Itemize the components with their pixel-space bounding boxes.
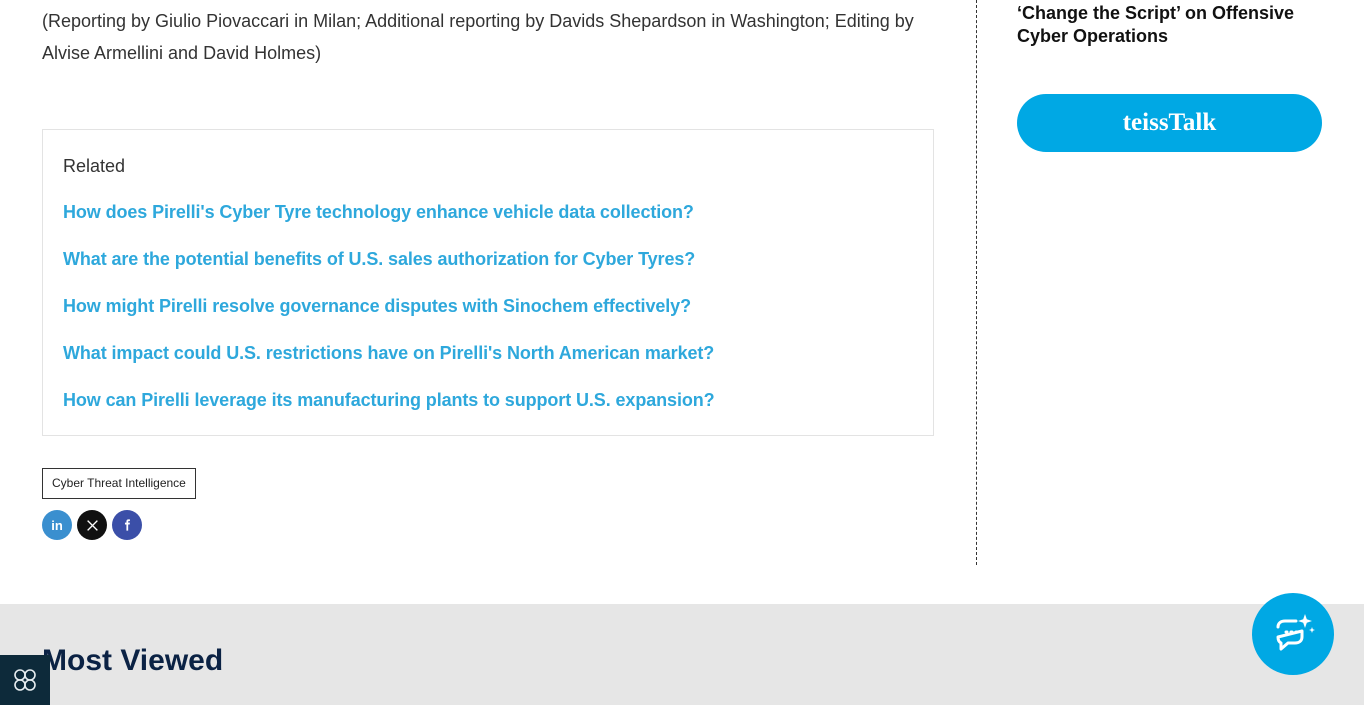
teisstalk-label: teissTalk — [1122, 109, 1217, 136]
article-credit: (Reporting by Giulio Piovaccari in Milan… — [42, 11, 914, 63]
list-item: How can Pirelli leverage its manufacturi… — [63, 390, 715, 437]
facebook-icon — [124, 519, 130, 531]
network-nodes-icon — [14, 669, 36, 691]
chat-sparkle-icon — [1276, 614, 1315, 651]
related-link-4[interactable]: What impact could U.S. restrictions have… — [63, 343, 714, 363]
related-link-2[interactable]: What are the potential benefits of U.S. … — [63, 249, 695, 269]
most-viewed-section: Most Viewed — [0, 604, 1364, 705]
related-heading: Related — [63, 156, 126, 176]
related-link-1[interactable]: How does Pirelli's Cyber Tyre technology… — [63, 202, 694, 222]
related-box: Related How does Pirelli's Cyber Tyre te… — [42, 129, 934, 436]
corner-widget-button[interactable] — [0, 655, 50, 705]
chat-assistant-button[interactable] — [1252, 593, 1334, 675]
tag-cyber-threat-intelligence[interactable]: Cyber Threat Intelligence — [42, 468, 196, 499]
list-item: What are the potential benefits of U.S. … — [63, 249, 715, 296]
linkedin-icon: in — [51, 517, 63, 533]
list-item: What impact could U.S. restrictions have… — [63, 343, 715, 390]
facebook-share-button[interactable] — [112, 510, 142, 540]
related-list: How does Pirelli's Cyber Tyre technology… — [63, 202, 715, 437]
most-viewed-heading: Most Viewed — [42, 644, 224, 677]
list-item: How does Pirelli's Cyber Tyre technology… — [63, 202, 715, 249]
share-buttons: in — [42, 510, 142, 540]
sidebar-article-link[interactable]: ‘Change the Script’ on Offensive Cyber O… — [1017, 2, 1317, 48]
linkedin-share-button[interactable]: in — [42, 510, 72, 540]
teisstalk-button[interactable]: teissTalk — [1017, 94, 1322, 152]
related-link-3[interactable]: How might Pirelli resolve governance dis… — [63, 296, 691, 316]
article-body: (Reporting by Giulio Piovaccari in Milan… — [42, 0, 936, 69]
x-share-button[interactable] — [77, 510, 107, 540]
sidebar-divider — [976, 0, 977, 565]
related-link-5[interactable]: How can Pirelli leverage its manufacturi… — [63, 390, 715, 410]
x-icon — [86, 519, 98, 531]
list-item: How might Pirelli resolve governance dis… — [63, 296, 715, 343]
